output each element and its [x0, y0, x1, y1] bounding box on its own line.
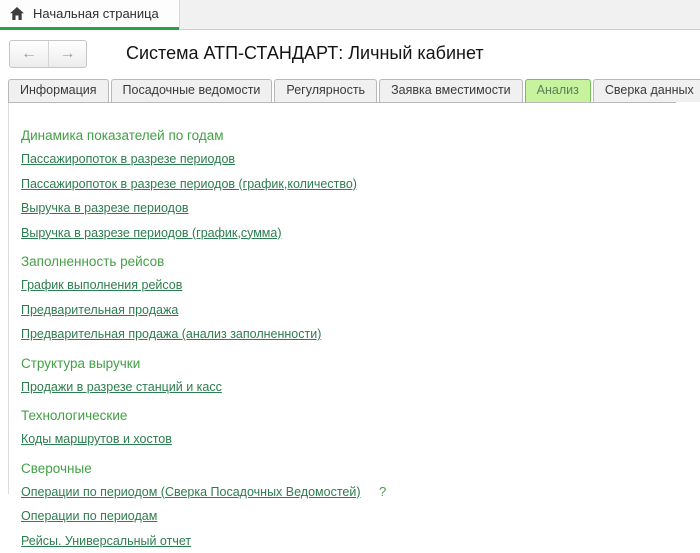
link-row: Операции по периодом (Сверка Посадочных … [21, 480, 676, 505]
report-link-trip-schedule[interactable]: График выполнения рейсов [21, 278, 182, 292]
link-row: Пассажиропоток в разрезе периодов [21, 147, 676, 172]
report-link-sales-by-stations[interactable]: Продажи в разрезе станций и касс [21, 380, 222, 394]
report-link-operations-by-period-reconciliation[interactable]: Операции по периодом (Сверка Посадочных … [21, 485, 361, 499]
link-row: Предварительная продажа [21, 298, 676, 323]
header-row: ← → Система АТП-СТАНДАРТ: Личный кабинет [0, 30, 700, 77]
report-link-operations-by-period[interactable]: Операции по периодам [21, 509, 157, 523]
section-heading-occupancy: Заполненность рейсов [21, 250, 676, 273]
tab-zayavka-vmestimosti[interactable]: Заявка вместимости [379, 79, 523, 102]
report-link-passenger-flow-chart[interactable]: Пассажиропоток в разрезе периодов (графи… [21, 177, 357, 191]
report-link-revenue-chart[interactable]: Выручка в разрезе периодов (график,сумма… [21, 226, 282, 240]
tab-posadochnye-vedomosti[interactable]: Посадочные ведомости [111, 79, 273, 102]
link-row: Предварительная продажа (анализ заполнен… [21, 322, 676, 347]
link-row: Операции по периодам [21, 504, 676, 529]
home-tab-label: Начальная страница [33, 6, 159, 21]
back-button[interactable]: ← [10, 41, 48, 67]
link-row: Выручка в разрезе периодов [21, 196, 676, 221]
window-tab-bar: Начальная страница [0, 0, 700, 30]
link-row: График выполнения рейсов [21, 273, 676, 298]
report-link-presale-analysis[interactable]: Предварительная продажа (анализ заполнен… [21, 327, 321, 341]
tab-informatsiya[interactable]: Информация [8, 79, 109, 102]
page-title: Система АТП-СТАНДАРТ: Личный кабинет [126, 43, 484, 64]
home-icon [10, 7, 24, 20]
help-icon[interactable]: ? [379, 484, 386, 499]
tab-analiz[interactable]: Анализ [525, 79, 591, 102]
link-row: Продажи в разрезе станций и касс [21, 375, 676, 400]
tab-regulyarnost[interactable]: Регулярность [274, 79, 377, 102]
back-arrow-icon: ← [21, 45, 37, 63]
history-nav-group: ← → [9, 40, 87, 68]
forward-arrow-icon: → [60, 45, 76, 63]
link-row: Пассажиропоток в разрезе периодов (графи… [21, 172, 676, 197]
report-link-presale[interactable]: Предварительная продажа [21, 303, 178, 317]
section-heading-dynamics: Динамика показателей по годам [21, 124, 676, 147]
section-heading-revenue-structure: Структура выручки [21, 352, 676, 375]
analysis-panel: Динамика показателей по годам Пассажироп… [8, 103, 676, 494]
forward-button[interactable]: → [48, 41, 86, 67]
tab-strip: Информация Посадочные ведомости Регулярн… [8, 77, 676, 103]
link-row: Коды маршрутов и хостов [21, 427, 676, 452]
report-link-revenue[interactable]: Выручка в разрезе периодов [21, 201, 189, 215]
link-row: Рейсы. Универсальный отчет [21, 529, 676, 553]
tab-sverka-dannykh[interactable]: Сверка данных [593, 79, 700, 102]
home-page-tab[interactable]: Начальная страница [0, 0, 179, 30]
window-tab-bar-empty [179, 0, 700, 30]
section-heading-technological: Технологические [21, 404, 676, 427]
section-heading-reconciliation: Сверочные [21, 457, 676, 480]
report-link-passenger-flow[interactable]: Пассажиропоток в разрезе периодов [21, 152, 235, 166]
report-link-trips-universal-report[interactable]: Рейсы. Универсальный отчет [21, 534, 191, 548]
report-link-route-host-codes[interactable]: Коды маршрутов и хостов [21, 432, 172, 446]
link-row: Выручка в разрезе периодов (график,сумма… [21, 221, 676, 246]
